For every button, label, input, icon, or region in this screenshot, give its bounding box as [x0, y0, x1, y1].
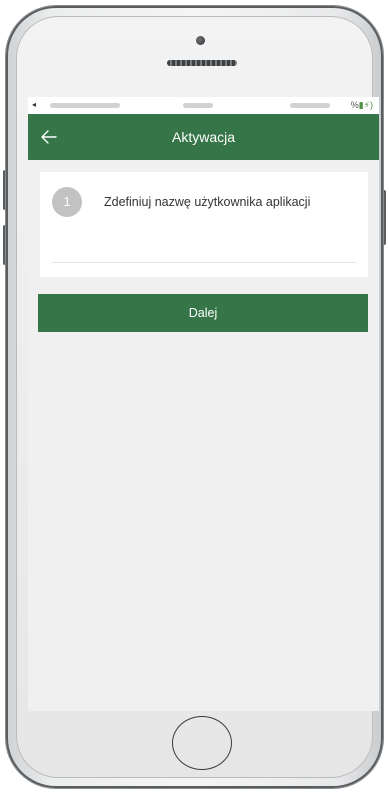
username-input[interactable] — [52, 262, 356, 263]
step-description: Zdefiniuj nazwę użytkownika aplikacji — [104, 195, 311, 209]
next-button[interactable]: Dalej — [38, 294, 368, 332]
front-camera-icon — [196, 36, 205, 45]
status-bar: ◂ %▮⚡) — [28, 97, 379, 114]
status-blur-right — [290, 103, 330, 108]
back-button[interactable] — [34, 122, 64, 152]
device-mockup: ◂ %▮⚡) Aktywacja 1 Zdefiniuj nazwę użytk… — [0, 0, 389, 792]
activation-step-card: 1 Zdefiniuj nazwę użytkownika aplikacji — [40, 172, 368, 277]
home-button[interactable] — [172, 716, 232, 770]
page-title: Aktywacja — [171, 129, 236, 145]
battery-charging-icon: ▮⚡) — [358, 100, 373, 110]
arrow-left-icon — [41, 130, 57, 144]
battery-indicator: %▮⚡) — [351, 100, 373, 111]
step-number-badge: 1 — [52, 187, 82, 217]
app-header: Aktywacja — [28, 114, 379, 160]
app-screen: ◂ %▮⚡) Aktywacja 1 Zdefiniuj nazwę użytk… — [28, 97, 379, 711]
signal-icon: ◂ — [32, 100, 37, 109]
carrier-blur — [50, 103, 120, 108]
battery-percent: % — [350, 100, 359, 110]
earpiece-speaker — [167, 60, 237, 66]
time-blur — [183, 103, 213, 108]
